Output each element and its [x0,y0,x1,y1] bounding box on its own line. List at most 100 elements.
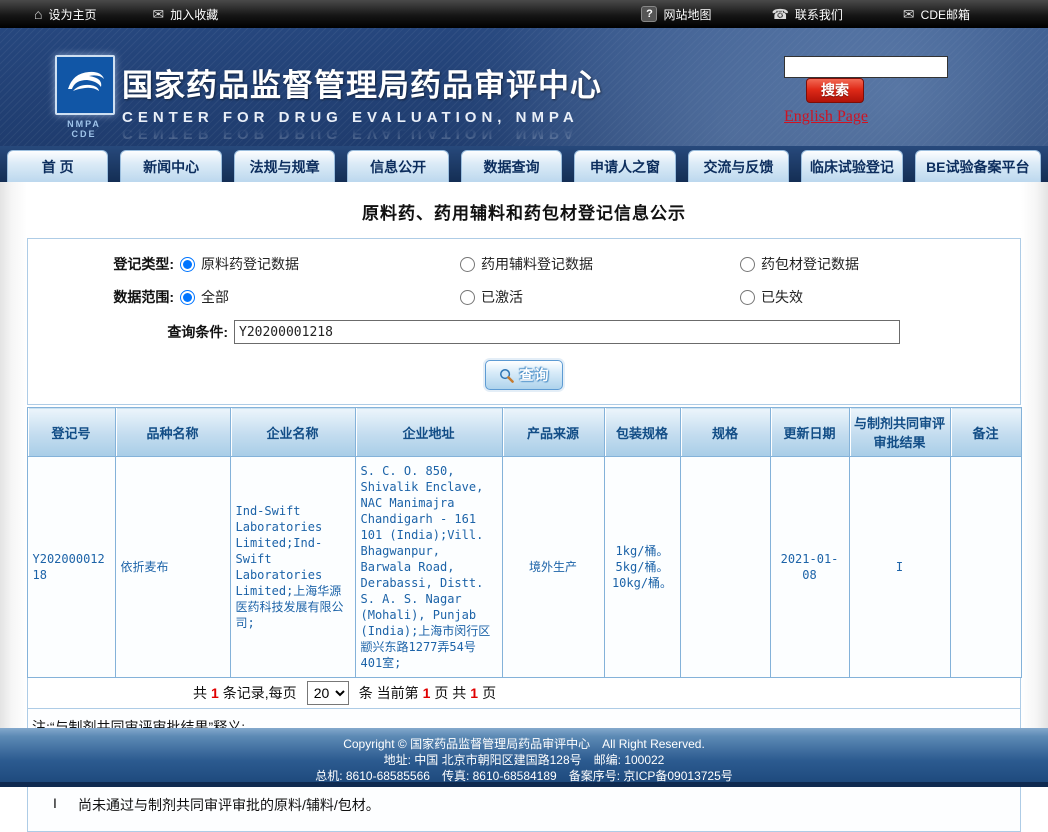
main-content: 原料药、药用辅料和药包材登记信息公示 登记类型: 原料药登记数据 药用辅料登记数… [0,182,1048,728]
reg-type-option-excipient[interactable]: 药用辅料登记数据 [460,254,740,274]
nav-tab-feedback[interactable]: 交流与反馈 [688,150,789,182]
data-scope-row: 数据范围: 全部 已激活 已失效 [28,287,1020,307]
query-condition-input[interactable] [234,320,900,344]
nav-tab-be-platform[interactable]: BE试验备案平台 [915,150,1041,182]
table-header-row: 登记号 品种名称 企业名称 企业地址 产品来源 包装规格 规格 更新日期 与制剂… [27,408,1021,457]
pagination-bar: 共 1 条记录,每页 20 条 当前第 1 页 共 1 页 [27,678,1021,709]
reg-type-radio-packaging[interactable] [740,257,755,272]
query-condition-label: 查询条件: [28,322,228,342]
cell-remarks [950,457,1021,678]
logo-swoosh-icon [55,55,115,115]
data-scope-radio-all[interactable] [180,290,195,305]
cell-variety-name: 依折麦布 [115,457,230,678]
data-scope-radio-active[interactable] [460,290,475,305]
query-condition-row: 查询条件: [28,320,1020,344]
data-scope-option-inactive[interactable]: 已失效 [740,287,1020,307]
reg-type-label: 登记类型: [28,254,174,274]
header-search-button[interactable]: 搜索 [806,78,864,103]
set-homepage-label: 设为主页 [48,6,96,23]
pager-text-of: 页 共 [434,683,466,703]
cell-company-address: S. C. O. 850, Shivalik Enclave, NAC Mani… [355,457,502,678]
cell-company-name: Ind-Swift Laboratories Limited;Ind-Swift… [230,457,355,678]
col-header-packaging-spec: 包装规格 [604,408,680,457]
header-search-area: 搜索 English Page [784,56,1024,126]
col-header-product-origin: 产品来源 [502,408,604,457]
data-scope-option-inactive-label: 已失效 [761,287,803,307]
nav-tab-home[interactable]: 首 页 [7,150,108,182]
legend-meaning-i: 尚未通过与制剂共同审评审批的原料/辅料/包材。 [78,795,380,815]
data-scope-option-all-label: 全部 [201,287,229,307]
reg-type-option-packaging-label: 药包材登记数据 [761,254,859,274]
phone-icon: ☎ [771,7,788,21]
site-title-cn: 国家药品监督管理局药品审评中心 [122,60,602,105]
reg-type-row: 登记类型: 原料药登记数据 药用辅料登记数据 药包材登记数据 [28,254,1020,274]
top-utility-bar: ⌂ 设为主页 ✉ 加入收藏 ? 网站地图 ☎ 联系我们 ✉ CDE邮箱 [0,0,1048,28]
footer-address: 地址: 中国 北京市朝阳区建国路128号 邮编: 100022 [0,752,1048,768]
cell-spec [680,457,770,678]
pager-text-pages-suffix: 页 [482,683,496,703]
contact-link[interactable]: ☎ 联系我们 [771,6,842,23]
main-navigation: 首 页 新闻中心 法规与规章 信息公开 数据查询 申请人之窗 交流与反馈 临床试… [0,146,1048,182]
table-row: Y20200001218 依折麦布 Ind-Swift Laboratories… [27,457,1021,678]
site-header: NMPA CDE 国家药品监督管理局药品审评中心 CENTER FOR DRUG… [0,28,1048,146]
col-header-company-name: 企业名称 [230,408,355,457]
nav-tab-applicant-window[interactable]: 申请人之窗 [574,150,675,182]
mail-icon: ✉ [903,7,915,21]
col-header-reg-no: 登记号 [27,408,115,457]
reg-type-option-api[interactable]: 原料药登记数据 [180,254,460,274]
legend-symbol-i: I [32,795,78,815]
reg-type-radio-api[interactable] [180,257,195,272]
col-header-update-date: 更新日期 [770,408,849,457]
site-footer: Copyright © 国家药品监督管理局药品审评中心 All Right Re… [0,728,1048,787]
legend-item-i: I 尚未通过与制剂共同审评审批的原料/辅料/包材。 [32,795,1016,815]
set-homepage-link[interactable]: ⌂ 设为主页 [34,6,96,23]
col-header-variety-name: 品种名称 [115,408,230,457]
footer-copyright: Copyright © 国家药品监督管理局药品审评中心 All Right Re… [0,736,1048,752]
english-page-link[interactable]: English Page [784,108,868,126]
reg-type-radio-excipient[interactable] [460,257,475,272]
pager-current-page: 1 [423,685,431,701]
add-favorite-link[interactable]: ✉ 加入收藏 [152,6,218,23]
sitemap-link[interactable]: ? 网站地图 [641,6,711,23]
pager-text-per-page: 条记录,每页 [223,683,297,703]
nmpa-cde-logo: NMPA CDE [55,55,113,139]
query-button[interactable]: 查询 [485,360,563,390]
page-title: 原料药、药用辅料和药包材登记信息公示 [0,182,1048,238]
nav-tab-clinical-trial[interactable]: 临床试验登记 [801,150,902,182]
nav-tab-regulations[interactable]: 法规与规章 [234,150,335,182]
sitemap-label: 网站地图 [663,6,711,23]
data-scope-label: 数据范围: [28,287,174,307]
col-header-spec: 规格 [680,408,770,457]
data-scope-radio-inactive[interactable] [740,290,755,305]
data-scope-option-all[interactable]: 全部 [180,287,460,307]
data-scope-option-active[interactable]: 已激活 [460,287,740,307]
pager-total-pages: 1 [470,685,478,701]
reg-type-option-api-label: 原料药登记数据 [201,254,299,274]
results-table: 登记号 品种名称 企业名称 企业地址 产品来源 包装规格 规格 更新日期 与制剂… [27,407,1022,678]
cell-packaging-spec: 1kg/桶。5kg/桶。10kg/桶。 [604,457,680,678]
query-button-row: 查询 [28,360,1020,390]
logo-caption: NMPA CDE [55,119,113,139]
nav-tab-data-query[interactable]: 数据查询 [461,150,562,182]
nav-tab-news[interactable]: 新闻中心 [120,150,221,182]
cde-mail-link[interactable]: ✉ CDE邮箱 [903,6,970,23]
reg-type-option-packaging[interactable]: 药包材登记数据 [740,254,1020,274]
col-header-remarks: 备注 [950,408,1021,457]
cell-joint-review-result: I [849,457,950,678]
nav-tab-info-disclosure[interactable]: 信息公开 [347,150,448,182]
site-title-en: CENTER FOR DRUG EVALUATION, NMPA [122,109,602,126]
col-header-joint-review-result: 与制剂共同审评审批结果 [849,408,950,457]
page-size-select[interactable]: 20 [307,681,349,705]
data-scope-option-active-label: 已激活 [481,287,523,307]
footer-bottom-strip [0,782,1048,787]
home-icon: ⌂ [34,7,42,21]
reg-type-option-excipient-label: 药用辅料登记数据 [481,254,593,274]
question-icon: ? [641,6,657,22]
site-title-en-reflection: CENTER FOR DRUG EVALUATION, NMPA [122,125,602,142]
header-search-input[interactable] [784,56,948,78]
pager-text-total-prefix: 共 [193,683,207,703]
cell-product-origin: 境外生产 [502,457,604,678]
cell-update-date: 2021-01-08 [770,457,849,678]
query-form: 登记类型: 原料药登记数据 药用辅料登记数据 药包材登记数据 数据范围: [27,238,1021,405]
pager-text-current-prefix: 条 当前第 [359,683,419,703]
